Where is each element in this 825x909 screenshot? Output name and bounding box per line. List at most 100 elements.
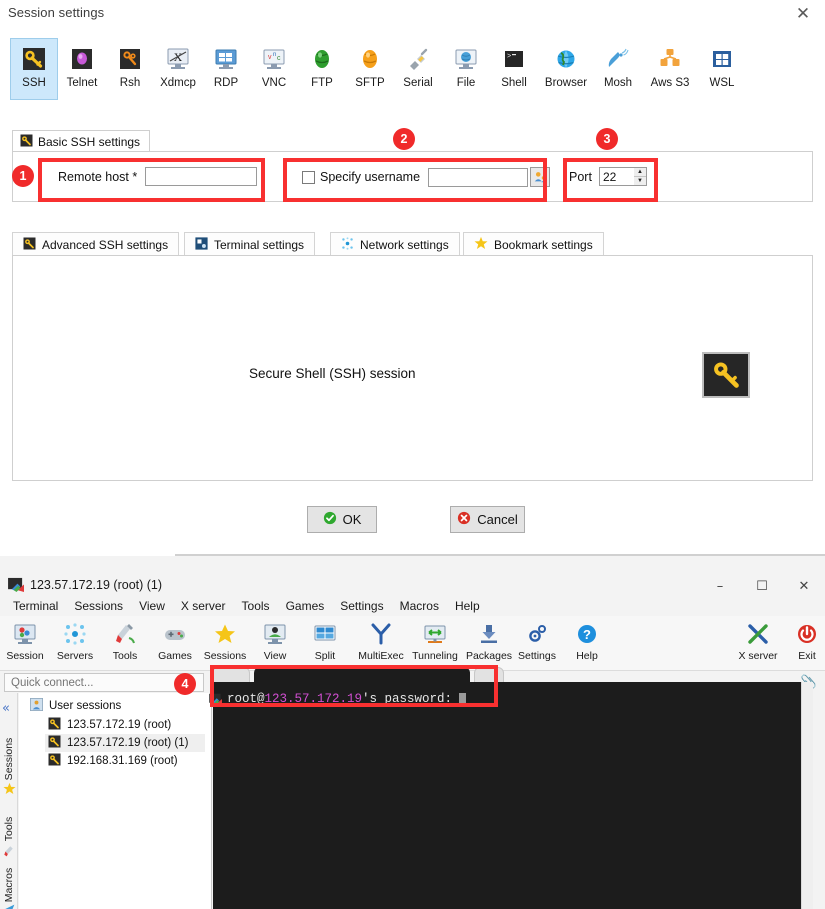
ribbon-multiexec[interactable]: MultiExec: [350, 619, 412, 669]
wsl-windows-icon: [709, 46, 735, 72]
protocol-vnc[interactable]: vnc VNC: [250, 38, 298, 100]
username-input[interactable]: [428, 167, 529, 187]
menu-macros[interactable]: Macros: [392, 597, 447, 615]
specify-username-checkbox[interactable]: [302, 170, 315, 184]
basic-tab-strip: Basic SSH settings: [12, 130, 162, 152]
rsh-icon: [117, 46, 143, 72]
ribbon-settings[interactable]: Settings: [512, 619, 562, 669]
check-circle-icon: [323, 511, 337, 528]
menu-help[interactable]: Help: [447, 597, 488, 615]
remote-host-field: Remote host *: [58, 167, 258, 186]
ribbon-sessions[interactable]: Sessions: [200, 619, 250, 669]
annotation-badge-4: 4: [174, 673, 196, 695]
tree-label: 123.57.172.19 (root): [67, 719, 172, 731]
x-server-icon: [746, 622, 770, 646]
ribbon-label: Packages: [465, 650, 513, 662]
protocol-file[interactable]: File: [442, 38, 490, 100]
terminal-settings-icon: [195, 236, 208, 253]
network-settings-icon: [341, 236, 354, 253]
star-icon: [3, 782, 16, 795]
menu-view[interactable]: View: [131, 597, 173, 615]
tree-root-user-sessions[interactable]: User sessions: [30, 698, 121, 714]
protocol-label: SSH: [22, 77, 46, 89]
protocol-shell[interactable]: > Shell: [490, 38, 538, 100]
ribbon-session[interactable]: Session: [0, 619, 50, 669]
specify-username-label: Specify username: [320, 170, 421, 184]
ftp-globe-icon: [309, 46, 335, 72]
ribbon-tunneling[interactable]: Tunneling: [404, 619, 466, 669]
user-picker-icon[interactable]: [530, 167, 551, 187]
settings-tab-strip: Advanced SSH settings Terminal settings …: [12, 232, 813, 256]
protocol-sftp[interactable]: SFTP: [346, 38, 394, 100]
menu-tools[interactable]: Tools: [234, 597, 278, 615]
protocol-label: Aws S3: [650, 77, 690, 89]
tab-label: Basic SSH settings: [38, 134, 141, 149]
double-chevron-left-icon[interactable]: «: [2, 701, 10, 716]
ribbon-packages[interactable]: Packages: [458, 619, 520, 669]
protocol-ftp[interactable]: FTP: [298, 38, 346, 100]
protocol-mosh[interactable]: Mosh: [594, 38, 642, 100]
menu-settings[interactable]: Settings: [332, 597, 391, 615]
close-icon[interactable]: ✕: [787, 2, 819, 26]
mobaxterm-app-icon: [209, 693, 223, 705]
tree-item-session-2[interactable]: 123.57.172.19 (root) (1): [45, 734, 205, 752]
cancel-button[interactable]: Cancel: [450, 506, 525, 533]
tab-label: Network settings: [360, 237, 449, 252]
spinner-up-icon[interactable]: ▲: [633, 168, 646, 177]
tab-terminal-settings[interactable]: Terminal settings: [184, 232, 316, 256]
ribbon-servers[interactable]: Servers: [50, 619, 100, 669]
ribbon-exit[interactable]: Exit: [782, 619, 825, 669]
rail-item-macros[interactable]: Macros: [3, 863, 15, 907]
port-field: Port ▲ ▼: [569, 167, 647, 186]
specify-username-field: Specify username: [302, 167, 551, 187]
svg-text:?: ?: [583, 627, 591, 642]
menu-terminal[interactable]: Terminal: [5, 597, 66, 615]
tree-item-session-1[interactable]: 123.57.172.19 (root): [45, 716, 205, 734]
protocol-rsh[interactable]: Rsh: [106, 38, 154, 100]
tab-basic-ssh-settings[interactable]: Basic SSH settings: [12, 130, 151, 152]
ribbon-split[interactable]: Split: [300, 619, 350, 669]
menu-sessions[interactable]: Sessions: [66, 597, 131, 615]
protocol-rdp[interactable]: RDP: [202, 38, 250, 100]
protocol-serial[interactable]: Serial: [394, 38, 442, 100]
protocol-label: SFTP: [355, 77, 385, 89]
protocol-aws-s3[interactable]: Aws S3: [642, 38, 698, 100]
protocol-wsl[interactable]: WSL: [698, 38, 746, 100]
rdp-icon: [213, 46, 239, 72]
tree-item-session-3[interactable]: 192.168.31.169 (root): [45, 752, 205, 770]
protocol-ssh[interactable]: SSH: [10, 38, 58, 100]
tab-network-settings[interactable]: Network settings: [330, 232, 460, 256]
protocol-telnet[interactable]: Telnet: [58, 38, 106, 100]
file-monitor-icon: [453, 46, 479, 72]
port-input[interactable]: [598, 167, 634, 186]
ribbon-label: Help: [576, 650, 598, 662]
cancel-label: Cancel: [477, 512, 518, 527]
ribbon-label: Split: [314, 650, 336, 662]
ribbon-help[interactable]: ? Help: [562, 619, 612, 669]
menu-games[interactable]: Games: [278, 597, 333, 615]
dialog-title: Session settings: [8, 5, 105, 20]
ribbon-view[interactable]: View: [250, 619, 300, 669]
mosh-satellite-icon: [605, 46, 631, 72]
ok-button[interactable]: OK: [307, 506, 377, 533]
rail-item-sessions[interactable]: Sessions: [3, 737, 15, 781]
terminal-scrollbar[interactable]: [801, 682, 813, 909]
menu-bar: Terminal Sessions View X server Tools Ga…: [0, 596, 825, 616]
terminal-pane[interactable]: root@ 123.57.172.19's password:: [209, 682, 813, 909]
ribbon-tools[interactable]: Tools: [100, 619, 150, 669]
protocol-xdmcp[interactable]: X Xdmcp: [154, 38, 202, 100]
protocol-browser[interactable]: Browser: [538, 38, 594, 100]
window-title: 123.57.172.19 (root) (1): [30, 578, 163, 592]
tab-bookmark-settings[interactable]: Bookmark settings: [463, 232, 604, 256]
protocol-label: VNC: [261, 77, 287, 89]
ribbon-x-server[interactable]: X server: [727, 619, 789, 669]
protocol-label: RDP: [213, 77, 239, 89]
ribbon-label: Tools: [112, 650, 138, 662]
spinner-down-icon[interactable]: ▼: [634, 177, 646, 185]
remote-host-input[interactable]: [145, 167, 258, 186]
port-spinner[interactable]: ▲ ▼: [633, 167, 647, 186]
menu-x-server[interactable]: X server: [173, 597, 234, 615]
ribbon-games[interactable]: Games: [150, 619, 200, 669]
shell-console-icon: >: [501, 46, 527, 72]
tab-advanced-ssh-settings[interactable]: Advanced SSH settings: [12, 232, 180, 256]
